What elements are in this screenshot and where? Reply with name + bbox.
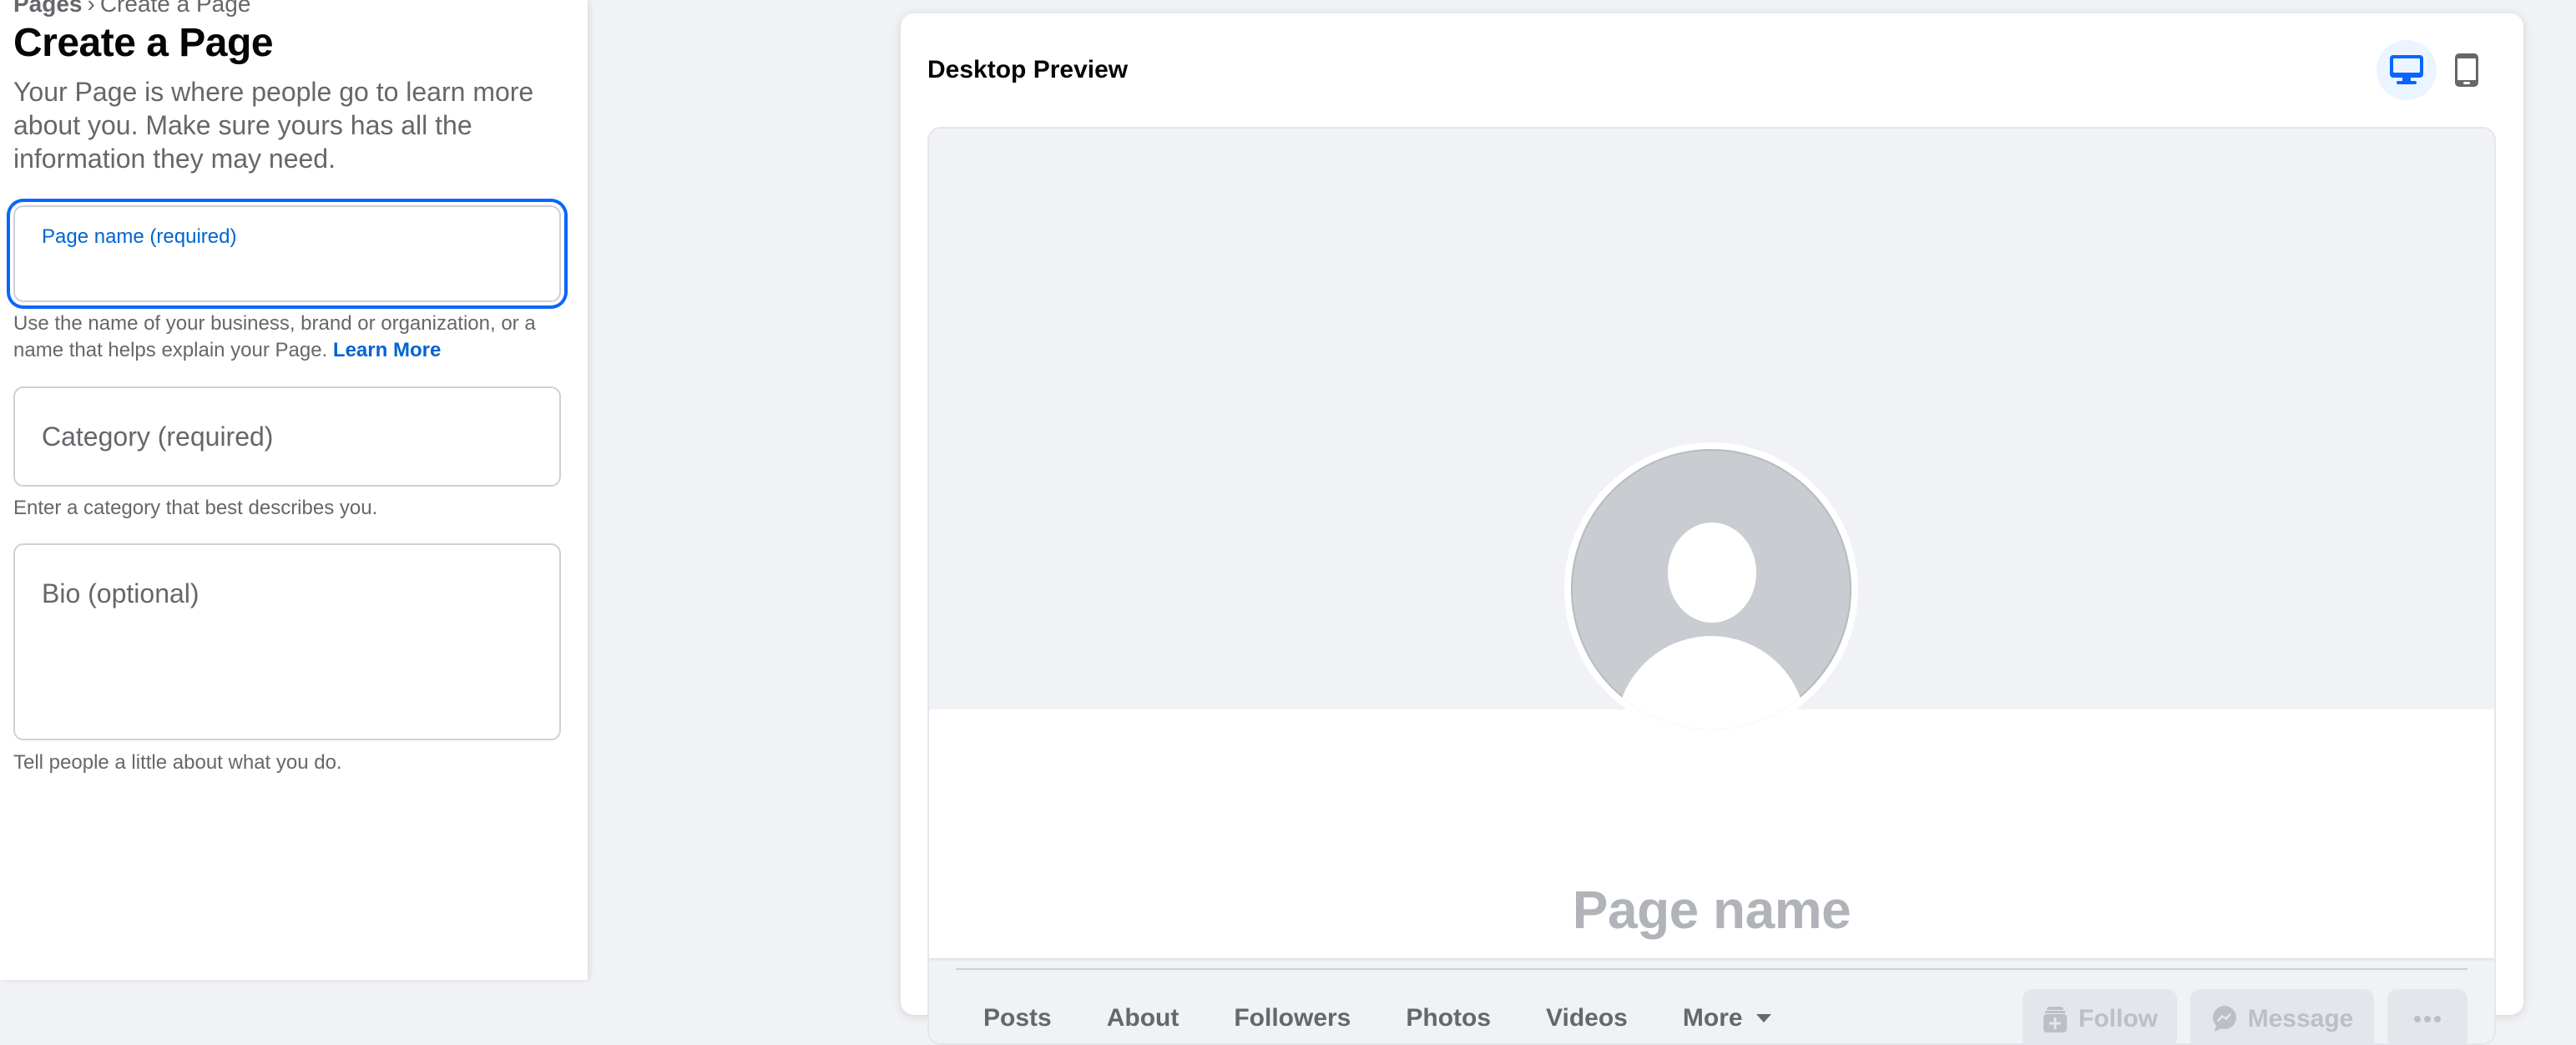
tab-label: Videos bbox=[1546, 1004, 1628, 1032]
tab-label: About bbox=[1106, 1004, 1179, 1032]
page-title: Create a Page bbox=[13, 21, 274, 65]
breadcrumb-separator: › bbox=[87, 0, 95, 17]
tab-label: Followers bbox=[1234, 1004, 1351, 1032]
page-name-helper: Use the name of your business, brand or … bbox=[13, 310, 564, 364]
avatar-head bbox=[1668, 522, 1756, 623]
page-name-label: Page name (required) bbox=[42, 225, 237, 248]
follow-button[interactable]: Follow bbox=[2023, 989, 2177, 1043]
page-actions: Follow Message bbox=[2023, 989, 2467, 1043]
learn-more-link[interactable]: Learn More bbox=[333, 339, 441, 361]
breadcrumb-current: Create a Page bbox=[99, 0, 251, 17]
mobile-view-button[interactable] bbox=[2437, 40, 2497, 100]
message-button[interactable]: Message bbox=[2190, 989, 2374, 1043]
bio-textarea[interactable]: Bio (optional) bbox=[13, 543, 561, 740]
header-divider bbox=[956, 968, 2467, 970]
messenger-icon bbox=[2211, 1005, 2238, 1033]
follow-icon bbox=[2042, 1005, 2068, 1033]
desktop-view-button[interactable] bbox=[2376, 40, 2437, 100]
create-page-panel: Pages › Create a Page Create a Page Your P… bbox=[0, 0, 588, 980]
page-name-input[interactable]: Page name (required) bbox=[13, 205, 561, 302]
page-name-preview: Page name bbox=[1572, 880, 1851, 940]
preview-card: Desktop Preview Page name Posts About Fo… bbox=[901, 13, 2523, 1045]
tab-label: More bbox=[1682, 1004, 1743, 1032]
page-profile-preview: Page name Posts About Followers Photos V… bbox=[927, 127, 2496, 1045]
preview-title: Desktop Preview bbox=[927, 56, 1129, 83]
follow-label: Follow bbox=[2078, 1005, 2158, 1032]
tab-posts[interactable]: Posts bbox=[956, 988, 1079, 1043]
tab-label: Posts bbox=[983, 1004, 1052, 1032]
tab-more[interactable]: More bbox=[1655, 988, 1799, 1043]
tab-about[interactable]: About bbox=[1079, 988, 1207, 1043]
mobile-phone-icon bbox=[2455, 53, 2478, 87]
tab-label: Photos bbox=[1406, 1004, 1492, 1032]
bio-label: Bio (optional) bbox=[42, 578, 200, 608]
tab-followers[interactable]: Followers bbox=[1206, 988, 1378, 1043]
desktop-monitor-icon bbox=[2390, 55, 2423, 84]
profile-picture bbox=[1564, 442, 1858, 736]
category-input[interactable]: Category (required) bbox=[13, 386, 561, 487]
category-helper: Enter a category that best describes you… bbox=[13, 497, 378, 519]
avatar-body bbox=[1616, 636, 1806, 729]
tab-videos[interactable]: Videos bbox=[1518, 988, 1655, 1043]
bio-helper: Tell people a little about what you do. bbox=[13, 751, 342, 774]
default-avatar-icon bbox=[1571, 449, 1851, 729]
ellipsis-icon bbox=[2414, 1016, 2441, 1022]
page-name-helper-text: Use the name of your business, brand or … bbox=[13, 312, 536, 361]
caret-down-icon bbox=[1755, 1014, 1771, 1022]
category-label: Category (required) bbox=[42, 422, 274, 452]
page-description: Your Page is where people go to learn mo… bbox=[13, 77, 534, 174]
more-options-button[interactable] bbox=[2387, 989, 2467, 1043]
message-label: Message bbox=[2247, 1005, 2354, 1032]
tab-photos[interactable]: Photos bbox=[1378, 988, 1518, 1043]
breadcrumb: Pages › Create a Page bbox=[13, 0, 250, 18]
breadcrumb-pages-link[interactable]: Pages bbox=[13, 0, 83, 17]
page-tabs: Posts About Followers Photos Videos More bbox=[956, 988, 1799, 1043]
